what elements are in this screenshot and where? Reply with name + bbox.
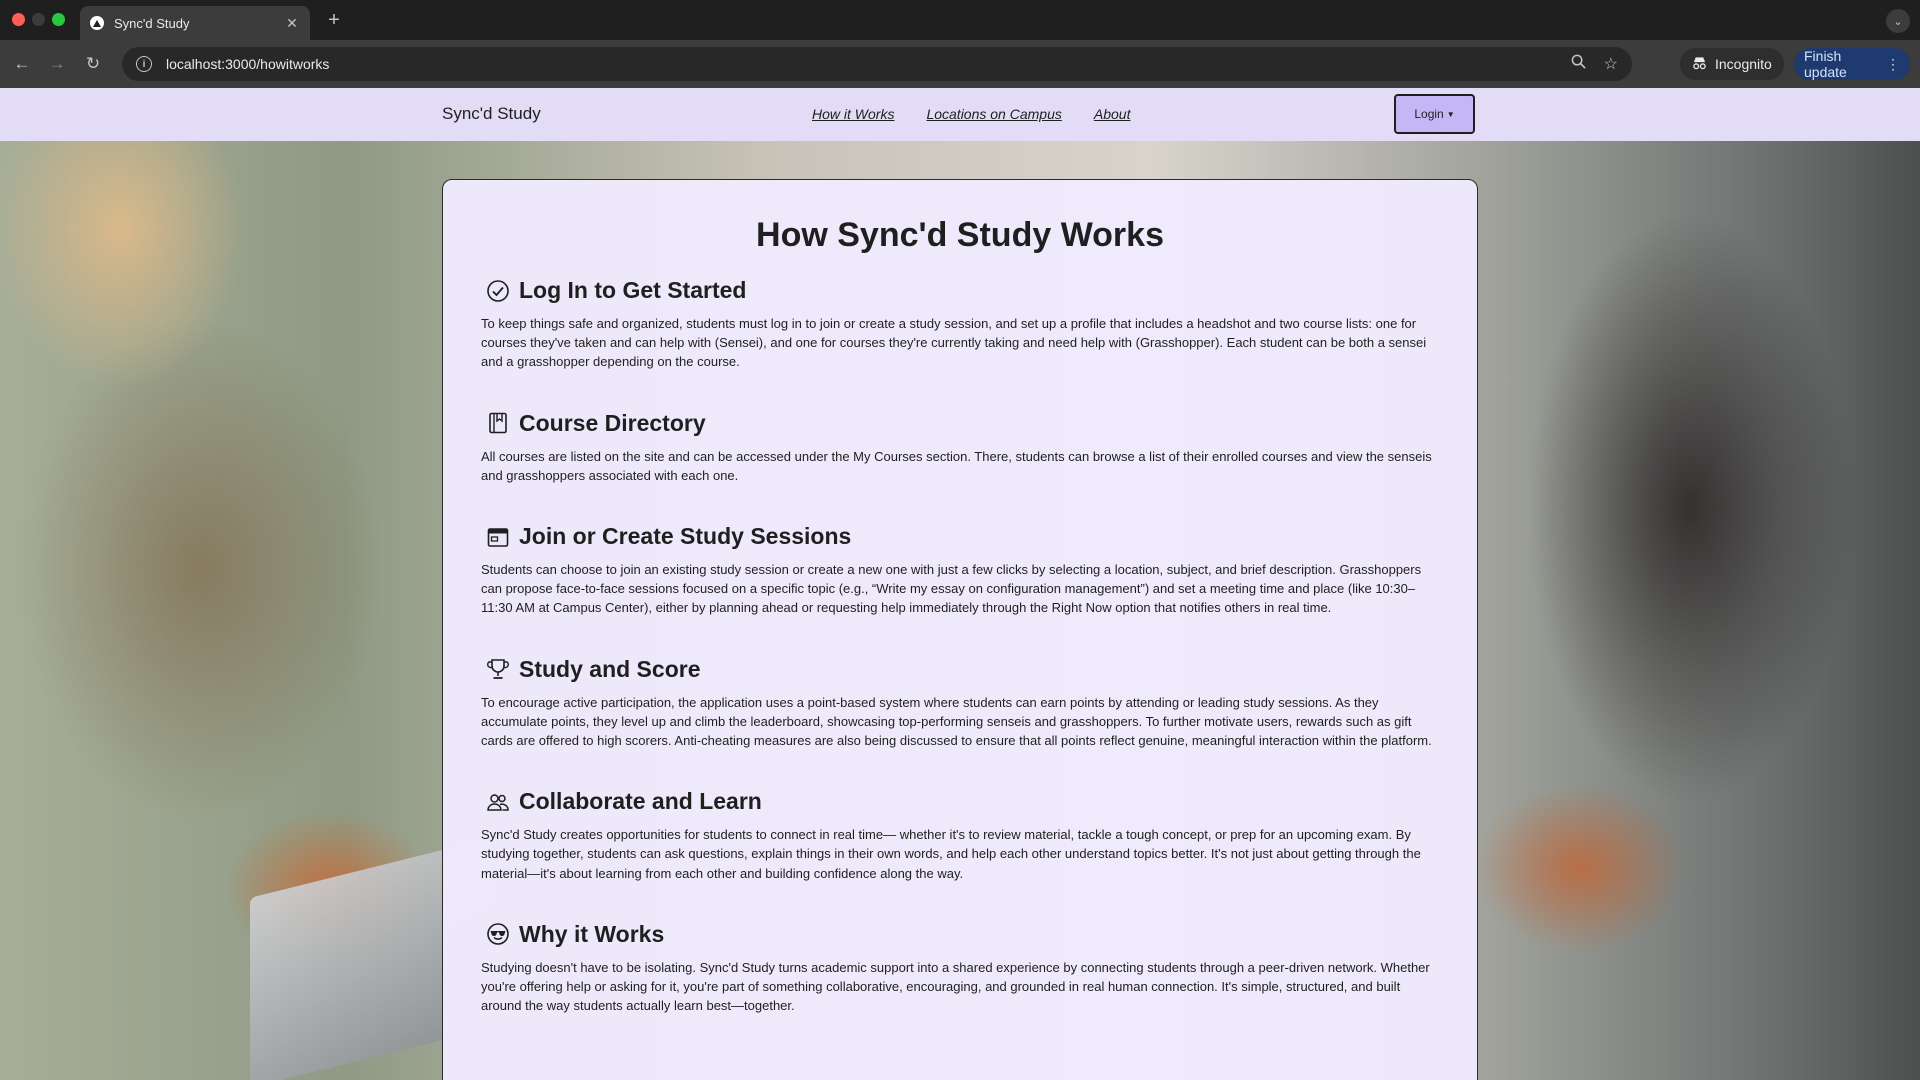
login-dropdown-button[interactable]: Login ▼: [1394, 94, 1475, 134]
section-body: All courses are listed on the site and c…: [481, 448, 1432, 483]
browser-tab-active[interactable]: Sync'd Study ✕: [80, 6, 310, 40]
section-body: To keep things safe and organized, stude…: [481, 316, 1427, 370]
nav-link-locations[interactable]: Locations on Campus: [926, 106, 1061, 122]
section-title: Course Directory: [519, 409, 706, 436]
address-bar[interactable]: i localhost:3000/howitworks ☆: [122, 47, 1632, 81]
section-study-sessions: Join or Create Study Sessions Students c…: [481, 523, 1439, 618]
page-title: How Sync'd Study Works: [756, 216, 1164, 254]
section-title: Collaborate and Learn: [519, 788, 762, 815]
window-maximize-button[interactable]: [52, 13, 65, 26]
url-text[interactable]: localhost:3000/howitworks: [166, 56, 1553, 72]
trophy-icon: [485, 656, 511, 682]
site-brand[interactable]: Sync'd Study: [442, 104, 541, 124]
nav-links: How it Works Locations on Campus About: [812, 106, 1130, 122]
section-log-in: Log In to Get Started To keep things saf…: [481, 277, 1439, 372]
tab-search-chevron-icon[interactable]: ⌄: [1886, 9, 1910, 33]
content-card: How Sync'd Study Works Log In to Get Sta…: [442, 179, 1478, 1080]
section-collaborate: Collaborate and Learn Sync'd Study creat…: [481, 788, 1439, 883]
section-why-it-works: Why it Works Studying doesn't have to be…: [481, 921, 1439, 1016]
window-close-button[interactable]: [12, 13, 25, 26]
bookmark-star-icon[interactable]: ☆: [1604, 54, 1618, 74]
window-minimize-button[interactable]: [32, 13, 45, 26]
more-menu-icon[interactable]: ⋮: [1886, 56, 1900, 73]
section-title: Join or Create Study Sessions: [519, 523, 852, 550]
login-label: Login: [1414, 107, 1444, 121]
tab-close-icon[interactable]: ✕: [284, 15, 300, 32]
finish-update-label: Finish update: [1804, 48, 1847, 80]
section-body: To encourage active participation, the a…: [481, 694, 1432, 749]
forward-arrow-icon[interactable]: →: [45, 52, 69, 76]
zoom-magnifier-icon[interactable]: [1571, 54, 1586, 74]
site-info-icon[interactable]: i: [136, 56, 152, 72]
section-body: Students can choose to join an existing …: [481, 562, 1422, 616]
browser-toolbar: ← → ↻ i localhost:3000/howitworks ☆ Inco…: [0, 40, 1920, 88]
section-title: Why it Works: [519, 920, 665, 947]
page-viewport: Sync'd Study How it Works Locations on C…: [0, 88, 1920, 1080]
smiling-face-sunglasses-icon: [485, 921, 511, 947]
site-navbar: Sync'd Study How it Works Locations on C…: [0, 88, 1920, 141]
calendar-icon: [485, 524, 511, 550]
incognito-indicator[interactable]: Incognito: [1680, 48, 1784, 80]
people-icon: [485, 789, 511, 815]
check-circle-icon: [485, 278, 511, 304]
new-tab-button[interactable]: +: [322, 9, 346, 32]
section-title: Study and Score: [519, 655, 701, 682]
reload-icon[interactable]: ↻: [81, 52, 105, 76]
finish-update-button[interactable]: Finish update ⋮: [1794, 48, 1910, 80]
incognito-label: Incognito: [1715, 56, 1772, 72]
tab-title: Sync'd Study: [114, 15, 190, 31]
caret-down-icon: ▼: [1446, 109, 1455, 119]
back-arrow-icon[interactable]: ←: [10, 52, 34, 76]
favicon-icon: [90, 16, 104, 30]
nav-link-how-it-works[interactable]: How it Works: [812, 106, 894, 122]
nav-link-about[interactable]: About: [1094, 106, 1131, 122]
browser-tab-strip: Sync'd Study ✕ + ⌄: [0, 0, 1920, 40]
section-study-and-score: Study and Score To encourage active part…: [481, 656, 1439, 751]
section-title: Log In to Get Started: [519, 277, 747, 303]
incognito-icon: [1692, 56, 1707, 73]
section-course-directory: Course Directory All courses are listed …: [481, 410, 1439, 485]
section-body: Sync'd Study creates opportunities for s…: [481, 827, 1421, 881]
section-body: Studying doesn't have to be isolating. S…: [481, 959, 1430, 1014]
book-icon: [485, 410, 511, 436]
